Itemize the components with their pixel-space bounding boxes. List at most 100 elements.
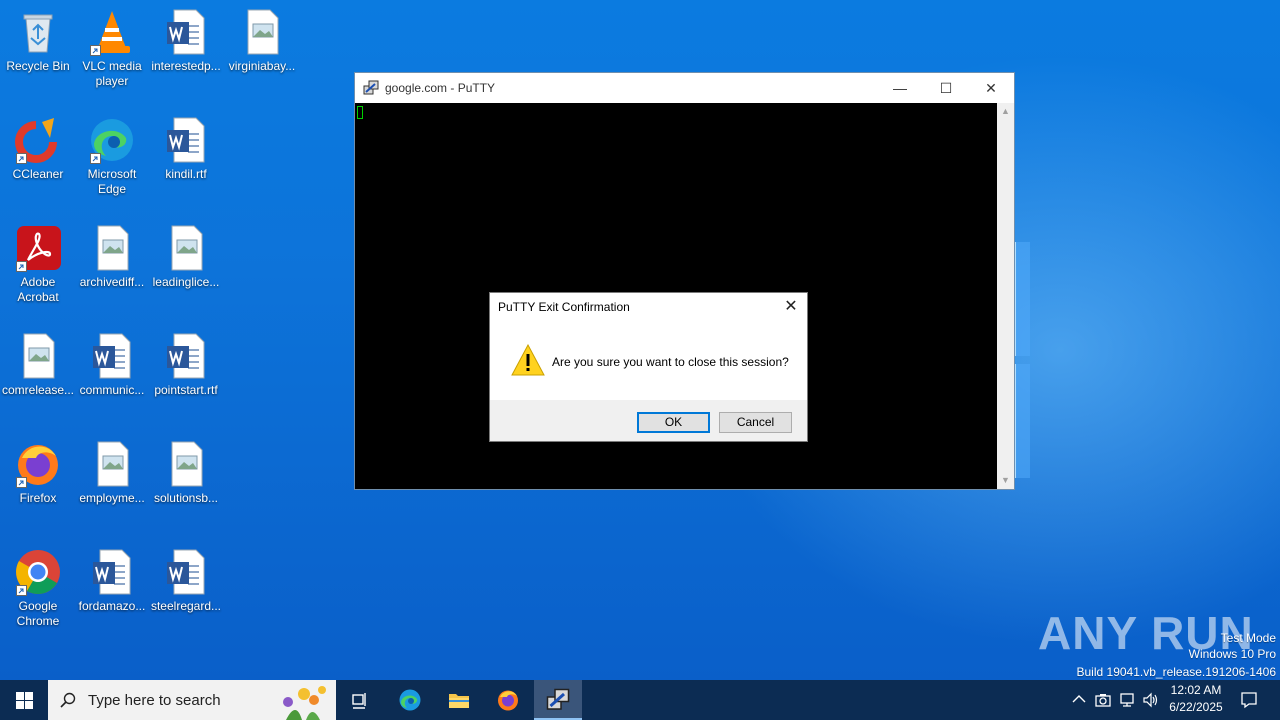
desktop-icon-label: kindil.rtf bbox=[165, 167, 207, 181]
tray-overflow-button[interactable] bbox=[1068, 680, 1090, 720]
exit-confirmation-dialog: PuTTY Exit Confirmation ✕ Are you sure y… bbox=[489, 292, 808, 442]
tray-app-icon[interactable] bbox=[1092, 680, 1114, 720]
desktop-icon-label: communic... bbox=[79, 383, 145, 397]
windows-edition-label: Windows 10 Pro bbox=[1188, 647, 1276, 661]
shortcut-arrow-icon bbox=[16, 585, 27, 596]
desktop-icon-recycle-bin[interactable]: Recycle Bin bbox=[0, 8, 76, 74]
image-file-icon bbox=[88, 440, 136, 488]
test-mode-label: Test Mode bbox=[1220, 631, 1276, 645]
scroll-up-icon[interactable]: ▲ bbox=[997, 103, 1014, 120]
desktop-icon-label: Microsoft Edge bbox=[87, 167, 137, 196]
desktop-icon-label: Adobe Acrobat bbox=[17, 275, 59, 304]
windows-logo-icon bbox=[16, 692, 33, 709]
chrome-icon bbox=[14, 548, 62, 596]
desktop-icon-fordamazo[interactable]: fordamazo... bbox=[74, 548, 150, 614]
search-box[interactable]: Type here to search bbox=[48, 680, 336, 720]
search-icon bbox=[60, 692, 76, 708]
minimize-button[interactable]: — bbox=[877, 73, 923, 103]
desktop-icon-label: archivediff... bbox=[79, 275, 145, 289]
desktop-icon-archivediff[interactable]: archivediff... bbox=[74, 224, 150, 290]
taskbar-putty[interactable] bbox=[534, 680, 582, 720]
desktop-icon-label: steelregard... bbox=[150, 599, 222, 613]
desktop-icon-label: interestedp... bbox=[151, 59, 221, 73]
scroll-down-icon[interactable]: ▼ bbox=[997, 472, 1014, 489]
desktop-icon-comrelease[interactable]: comrelease... bbox=[0, 332, 76, 398]
desktop-icon-kindil[interactable]: kindil.rtf bbox=[148, 116, 224, 182]
taskbar-edge[interactable] bbox=[386, 680, 434, 720]
search-placeholder: Type here to search bbox=[88, 692, 221, 709]
word-doc-icon bbox=[162, 548, 210, 596]
taskbar-clock[interactable]: 12:02 AM 6/22/2025 bbox=[1160, 682, 1232, 716]
desktop-icon-label: virginiabay... bbox=[228, 59, 296, 73]
vertical-scrollbar[interactable]: ▲ ▼ bbox=[997, 103, 1014, 489]
shortcut-arrow-icon bbox=[16, 153, 27, 164]
word-doc-icon bbox=[88, 332, 136, 380]
chevron-up-icon bbox=[1072, 695, 1086, 703]
desktop-icon-label: pointstart.rtf bbox=[154, 383, 218, 397]
clock-date: 6/22/2025 bbox=[1169, 700, 1223, 714]
close-button[interactable]: ✕ bbox=[968, 73, 1014, 103]
putty-app-icon bbox=[363, 80, 379, 96]
acrobat-icon bbox=[14, 224, 62, 272]
image-file-icon bbox=[162, 224, 210, 272]
desktop-icon-communic[interactable]: communic... bbox=[74, 332, 150, 398]
desktop-icon-solutionsb[interactable]: solutionsb... bbox=[148, 440, 224, 506]
desktop-icon-adobe-acrobat[interactable]: Adobe Acrobat bbox=[0, 224, 76, 305]
desktop-icon-label: Firefox bbox=[19, 491, 57, 505]
volume-button[interactable] bbox=[1140, 680, 1162, 720]
desktop-icon-interestedp[interactable]: interestedp... bbox=[148, 8, 224, 74]
desktop-icon-label: employme... bbox=[79, 491, 145, 505]
image-file-icon bbox=[238, 8, 286, 56]
image-file-icon bbox=[88, 224, 136, 272]
search-highlight-flowers-icon bbox=[283, 686, 326, 720]
desktop-icon-microsoft-edge[interactable]: Microsoft Edge bbox=[74, 116, 150, 197]
desktop-icon-google-chrome[interactable]: Google Chrome bbox=[0, 548, 76, 629]
word-doc-icon bbox=[162, 8, 210, 56]
recycle-bin-icon bbox=[14, 8, 62, 56]
wallpaper-logo-pane bbox=[1014, 242, 1030, 356]
word-doc-icon bbox=[162, 332, 210, 380]
desktop-icon-label: Recycle Bin bbox=[6, 59, 70, 73]
desktop-icon-label: fordamazo... bbox=[78, 599, 146, 613]
speaker-icon bbox=[1143, 692, 1158, 708]
start-button[interactable] bbox=[0, 680, 48, 720]
task-view-button[interactable] bbox=[336, 680, 384, 720]
putty-titlebar[interactable]: google.com - PuTTY — ☐ ✕ bbox=[355, 73, 1014, 103]
taskbar-file-explorer[interactable] bbox=[435, 680, 483, 720]
terminal-cursor bbox=[357, 106, 363, 119]
firefox-icon bbox=[14, 440, 62, 488]
word-doc-icon bbox=[88, 548, 136, 596]
desktop-icon-firefox[interactable]: Firefox bbox=[0, 440, 76, 506]
warning-icon bbox=[511, 343, 545, 376]
notification-icon bbox=[1241, 692, 1257, 709]
shortcut-arrow-icon bbox=[16, 477, 27, 488]
putty-title: google.com - PuTTY bbox=[385, 81, 496, 95]
desktop-icon-steelregard[interactable]: steelregard... bbox=[148, 548, 224, 614]
shortcut-arrow-icon bbox=[90, 153, 101, 164]
taskbar-firefox[interactable] bbox=[484, 680, 532, 720]
maximize-button[interactable]: ☐ bbox=[923, 73, 969, 103]
dialog-close-button[interactable]: ✕ bbox=[775, 293, 807, 321]
desktop-icon-vlc[interactable]: VLC media player bbox=[74, 8, 150, 89]
network-button[interactable] bbox=[1116, 680, 1138, 720]
dialog-message: Are you sure you want to close this sess… bbox=[552, 355, 789, 369]
desktop: Recycle Bin CCleaner Adobe Acrobat comre… bbox=[0, 0, 1280, 680]
desktop-icon-employme[interactable]: employme... bbox=[74, 440, 150, 506]
desktop-icon-label: VLC media player bbox=[82, 59, 142, 88]
action-center-button[interactable] bbox=[1234, 680, 1264, 720]
shortcut-arrow-icon bbox=[16, 261, 27, 272]
desktop-icon-virginiabay[interactable]: virginiabay... bbox=[224, 8, 300, 74]
build-label: Build 19041.vb_release.191206-1406 bbox=[1076, 665, 1277, 679]
desktop-icon-label: CCleaner bbox=[12, 167, 64, 181]
edge-icon bbox=[88, 116, 136, 164]
desktop-icon-label: solutionsb... bbox=[153, 491, 219, 505]
firefox-icon bbox=[498, 690, 518, 711]
folder-icon bbox=[449, 694, 469, 708]
desktop-icon-pointstart[interactable]: pointstart.rtf bbox=[148, 332, 224, 398]
cancel-button[interactable]: Cancel bbox=[719, 412, 792, 433]
desktop-icon-leadinglice[interactable]: leadinglice... bbox=[148, 224, 224, 290]
desktop-icon-ccleaner[interactable]: CCleaner bbox=[0, 116, 76, 182]
putty-icon bbox=[546, 688, 570, 710]
task-view-icon bbox=[352, 693, 366, 709]
ok-button[interactable]: OK bbox=[637, 412, 710, 433]
